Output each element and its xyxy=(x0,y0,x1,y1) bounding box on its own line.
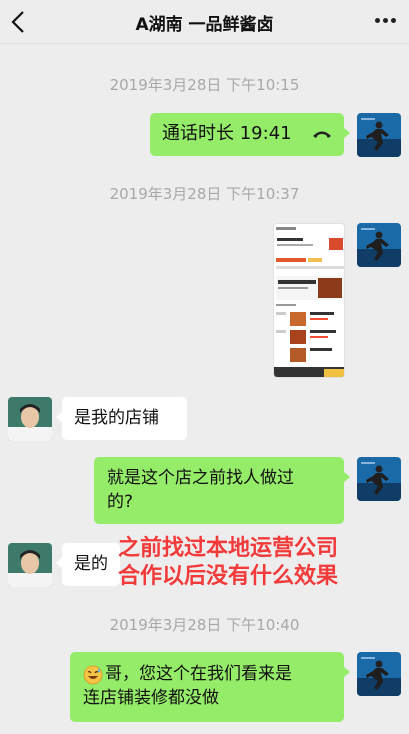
timestamp: 2019年3月28日 下午10:37 xyxy=(109,185,300,203)
their-message-bubble[interactable]: 是我的店铺 xyxy=(56,397,187,440)
contact-portrait-avatar-image xyxy=(8,543,52,587)
message-text-line: 的? xyxy=(107,492,134,512)
message-text-line: 就是这个店之前找人做过 xyxy=(107,468,294,488)
timestamp: 2019年3月28日 下午10:40 xyxy=(109,616,300,634)
jumping-silhouette-avatar-image xyxy=(357,652,401,696)
jumping-silhouette-avatar-image xyxy=(357,457,401,501)
contact-avatar[interactable] xyxy=(8,397,52,441)
phone-hangup-icon xyxy=(313,131,331,138)
contact-avatar[interactable] xyxy=(8,543,52,587)
my-avatar[interactable] xyxy=(357,457,401,501)
jumping-silhouette-avatar-image xyxy=(357,113,401,157)
store-page-screenshot-image[interactable] xyxy=(273,223,345,378)
sweat-grin-emoji-icon xyxy=(83,665,103,685)
jumping-silhouette-avatar-image xyxy=(357,223,401,267)
my-avatar[interactable] xyxy=(357,223,401,267)
timestamp: 2019年3月28日 下午10:15 xyxy=(109,76,300,94)
chat-title: A湖南 一品鲜酱卤 xyxy=(135,15,274,35)
contact-portrait-avatar-image xyxy=(8,397,52,441)
message-text: 是的 xyxy=(74,554,108,574)
chat-header: A湖南 一品鲜酱卤 xyxy=(0,0,409,44)
red-annotation-overlay: 之前找过本地运营公司 合作以后没有什么效果 xyxy=(118,535,338,591)
message-text-line: 哥，您这个在我们看来是 xyxy=(105,664,292,684)
their-message-bubble[interactable]: 是的 xyxy=(56,543,120,586)
more-dots-icon[interactable] xyxy=(375,18,397,24)
call-record-bubble[interactable]: 通话时长 19:41 xyxy=(150,113,350,156)
annotation-line: 合作以后没有什么效果 xyxy=(118,564,339,589)
annotation-line: 之前找过本地运营公司 xyxy=(118,536,339,561)
my-avatar[interactable] xyxy=(357,652,401,696)
my-message-bubble[interactable]: 哥，您这个在我们看来是 连店铺装修都没做 xyxy=(70,652,350,722)
message-text-line: 连店铺装修都没做 xyxy=(83,688,219,708)
message-text: 是我的店铺 xyxy=(74,408,159,428)
call-duration-text: 通话时长 19:41 xyxy=(162,123,292,144)
my-avatar[interactable] xyxy=(357,113,401,157)
chevron-left-icon[interactable] xyxy=(8,9,30,35)
my-message-bubble[interactable]: 就是这个店之前找人做过 的? xyxy=(94,457,350,524)
